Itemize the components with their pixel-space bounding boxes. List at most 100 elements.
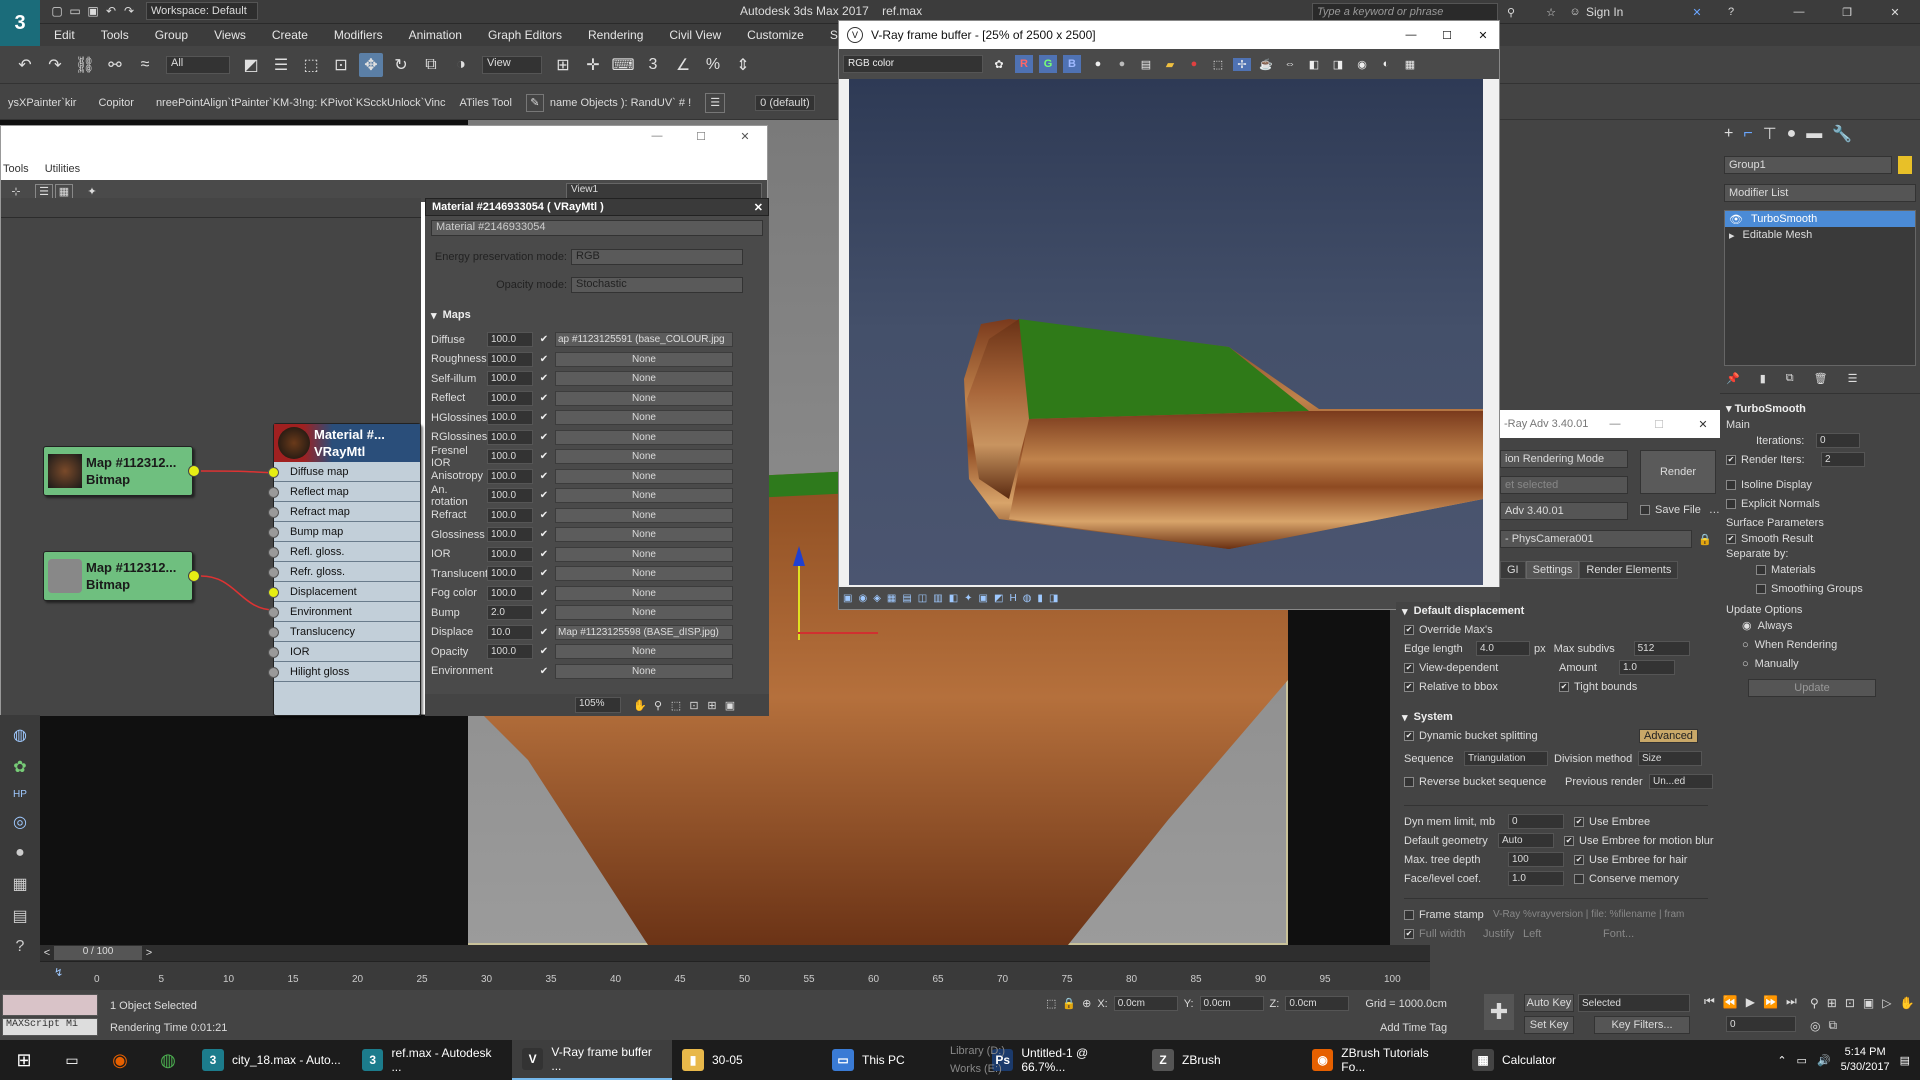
lock-selection-icon[interactable]: 🔒	[1062, 997, 1076, 1010]
preset-dropdown[interactable]: et selected	[1500, 476, 1628, 494]
taskbar-item[interactable]: V V-Ray frame buffer ...	[512, 1040, 672, 1080]
y-coordinate-input[interactable]: 0.0cm	[1199, 996, 1264, 1011]
link-to-max-icon[interactable]: ⇔	[1281, 58, 1299, 70]
tree-depth-input[interactable]: 100	[1508, 852, 1564, 867]
menu-tools[interactable]: Tools	[101, 28, 129, 42]
auto-key-button[interactable]: Auto Key	[1524, 994, 1574, 1012]
lock-icon[interactable]: 🔒	[1698, 530, 1712, 548]
input-socket[interactable]	[268, 627, 279, 638]
tab-settings[interactable]: Settings	[1525, 561, 1580, 579]
map-amount-input[interactable]: 100.0	[487, 429, 533, 445]
play-icon[interactable]: ▶	[1746, 995, 1755, 1009]
go-to-end-icon[interactable]: ⏭	[1786, 994, 1797, 1009]
snap-3d-icon[interactable]: 3	[641, 53, 665, 77]
taskbar-item[interactable]: Z ZBrush	[1142, 1040, 1302, 1080]
menu-create[interactable]: Create	[272, 28, 308, 42]
key-mode-icon[interactable]: ✚	[1484, 994, 1514, 1030]
vraymtl-node[interactable]: Material #... VRayMtl Diffuse map Reflec…	[268, 423, 421, 716]
maxscript-mini[interactable]: MAXScript Mi	[2, 1018, 98, 1036]
white-dot-icon[interactable]: ●	[1089, 58, 1107, 70]
vfb-tool-icon[interactable]: ▦	[887, 593, 896, 604]
smooth-result-checkbox[interactable]: ✔	[1726, 533, 1736, 544]
redo-icon[interactable]: ↷	[43, 53, 67, 77]
app-logo-icon[interactable]: 3	[0, 0, 40, 46]
blue-channel-button[interactable]: B	[1063, 55, 1081, 73]
more-icon[interactable]: …	[1709, 504, 1720, 516]
current-frame-input[interactable]: 0	[1726, 1016, 1796, 1032]
track-bar[interactable]: ↯ 0 5 10 15 20 25 30 35 40 45 50 55 60 65 70 75 80 85 90 95…	[40, 961, 1430, 990]
close-icon[interactable]: ✕	[754, 201, 763, 214]
minimize-icon[interactable]: —	[1790, 3, 1808, 21]
menu-group[interactable]: Group	[155, 28, 188, 42]
gray-dot-icon[interactable]: ●	[1113, 58, 1131, 70]
map-slot-button[interactable]: None	[555, 507, 733, 523]
sign-in-link[interactable]: Sign In	[1586, 5, 1623, 19]
plugin-yspainter[interactable]: ysXPainter`kir	[8, 97, 76, 109]
time-slider-prev[interactable]: <	[40, 947, 54, 959]
sequence-dropdown[interactable]: Triangulation	[1464, 751, 1548, 766]
building-icon[interactable]: ▦	[12, 874, 27, 894]
when-rendering-radio[interactable]: ○	[1742, 639, 1749, 651]
input-socket[interactable]	[268, 487, 279, 498]
input-socket[interactable]	[268, 667, 279, 678]
notifications-icon[interactable]: ▤	[1900, 1054, 1910, 1067]
add-time-tag[interactable]: Add Time Tag	[1380, 1022, 1447, 1034]
maximize-icon[interactable]: ☐	[689, 130, 713, 143]
grid-icon[interactable]: ▦	[55, 183, 73, 199]
manually-radio[interactable]: ○	[1742, 658, 1749, 670]
new-file-icon[interactable]: ▢	[48, 2, 66, 20]
map-amount-input[interactable]: 100.0	[487, 644, 533, 660]
zoom-extents-all-icon[interactable]: ▣	[1863, 996, 1874, 1010]
user-icon[interactable]: ☺	[1566, 3, 1584, 21]
zoom-dropdown[interactable]: 105%	[575, 697, 621, 713]
set-key-button[interactable]: Set Key	[1524, 1016, 1574, 1034]
render-image[interactable]	[849, 79, 1483, 585]
slot-ior[interactable]: IOR	[268, 642, 420, 662]
clock[interactable]: 5:14 PM 5/30/2017	[1841, 1045, 1890, 1075]
zoom-extents-nav-icon[interactable]: ⊡	[1845, 996, 1855, 1010]
map-enable-checkbox[interactable]: ✔	[533, 490, 555, 501]
go-to-start-icon[interactable]: ⏮	[1704, 994, 1715, 1009]
lens-effects-icon[interactable]: ◐	[1377, 58, 1395, 70]
bind-space-warp-icon[interactable]: ≈	[133, 53, 157, 77]
z-coordinate-input[interactable]: 0.0cm	[1285, 996, 1350, 1011]
isolate-icon[interactable]: ⬚	[1046, 997, 1056, 1010]
object-color-swatch[interactable]	[1898, 156, 1912, 174]
settings-icon[interactable]: ▦	[1401, 58, 1419, 71]
input-socket[interactable]	[268, 467, 279, 478]
map-enable-checkbox[interactable]: ✔	[533, 334, 555, 345]
unlink-icon[interactable]: ⚯	[103, 53, 127, 77]
pan-icon[interactable]: ✋	[631, 699, 649, 712]
taskbar-item[interactable]: ▮ 30-05	[672, 1040, 822, 1080]
input-socket[interactable]	[268, 607, 279, 618]
map-amount-input[interactable]: 100.0	[487, 371, 533, 387]
division-dropdown[interactable]: Size	[1638, 751, 1702, 766]
map-amount-input[interactable]: 100.0	[487, 585, 533, 601]
hierarchy-tab-icon[interactable]: ⊤	[1763, 124, 1777, 144]
pin-stack-icon[interactable]: 📌	[1726, 372, 1740, 385]
maximize-icon[interactable]: ☐	[1652, 418, 1666, 431]
workspace-dropdown[interactable]: Workspace: Default	[146, 2, 258, 20]
render-iters-checkbox[interactable]: ✔	[1726, 454, 1736, 465]
embree-hair-checkbox[interactable]: ✔	[1574, 854, 1584, 865]
chrome-icon[interactable]: ◍	[144, 1040, 192, 1080]
display-correction-icon[interactable]: ◧	[1305, 58, 1323, 71]
node-graph[interactable]: Map #112312... Bitmap Map #112312... Bit…	[1, 198, 421, 716]
taskbar-item[interactable]: ▦ Calculator	[1462, 1040, 1622, 1080]
render-button[interactable]: Render	[1640, 450, 1716, 494]
tab-gi[interactable]: GI	[1500, 561, 1526, 579]
map-amount-input[interactable]: 100.0	[487, 332, 533, 348]
vfb-tool-icon[interactable]: ◉	[858, 593, 867, 604]
map-enable-checkbox[interactable]: ✔	[533, 412, 555, 423]
maps-rollout-header[interactable]: ▾ Maps	[425, 306, 769, 324]
key-filters-button[interactable]: Key Filters...	[1594, 1016, 1690, 1034]
scene-icon[interactable]: ▤	[12, 906, 27, 926]
material-name-field[interactable]: Material #2146933054	[431, 220, 763, 236]
input-socket[interactable]	[268, 507, 279, 518]
close-icon[interactable]: ✕	[1696, 418, 1710, 431]
keyboard-shortcut-icon[interactable]: ⌨	[611, 53, 635, 77]
slot-diffuse-map[interactable]: Diffuse map	[268, 462, 420, 482]
default-displacement-header[interactable]: ▾ Default displacement	[1396, 602, 1716, 620]
zoom-nav-icon[interactable]: ⚲	[1810, 996, 1819, 1010]
map-enable-checkbox[interactable]: ✔	[533, 354, 555, 365]
